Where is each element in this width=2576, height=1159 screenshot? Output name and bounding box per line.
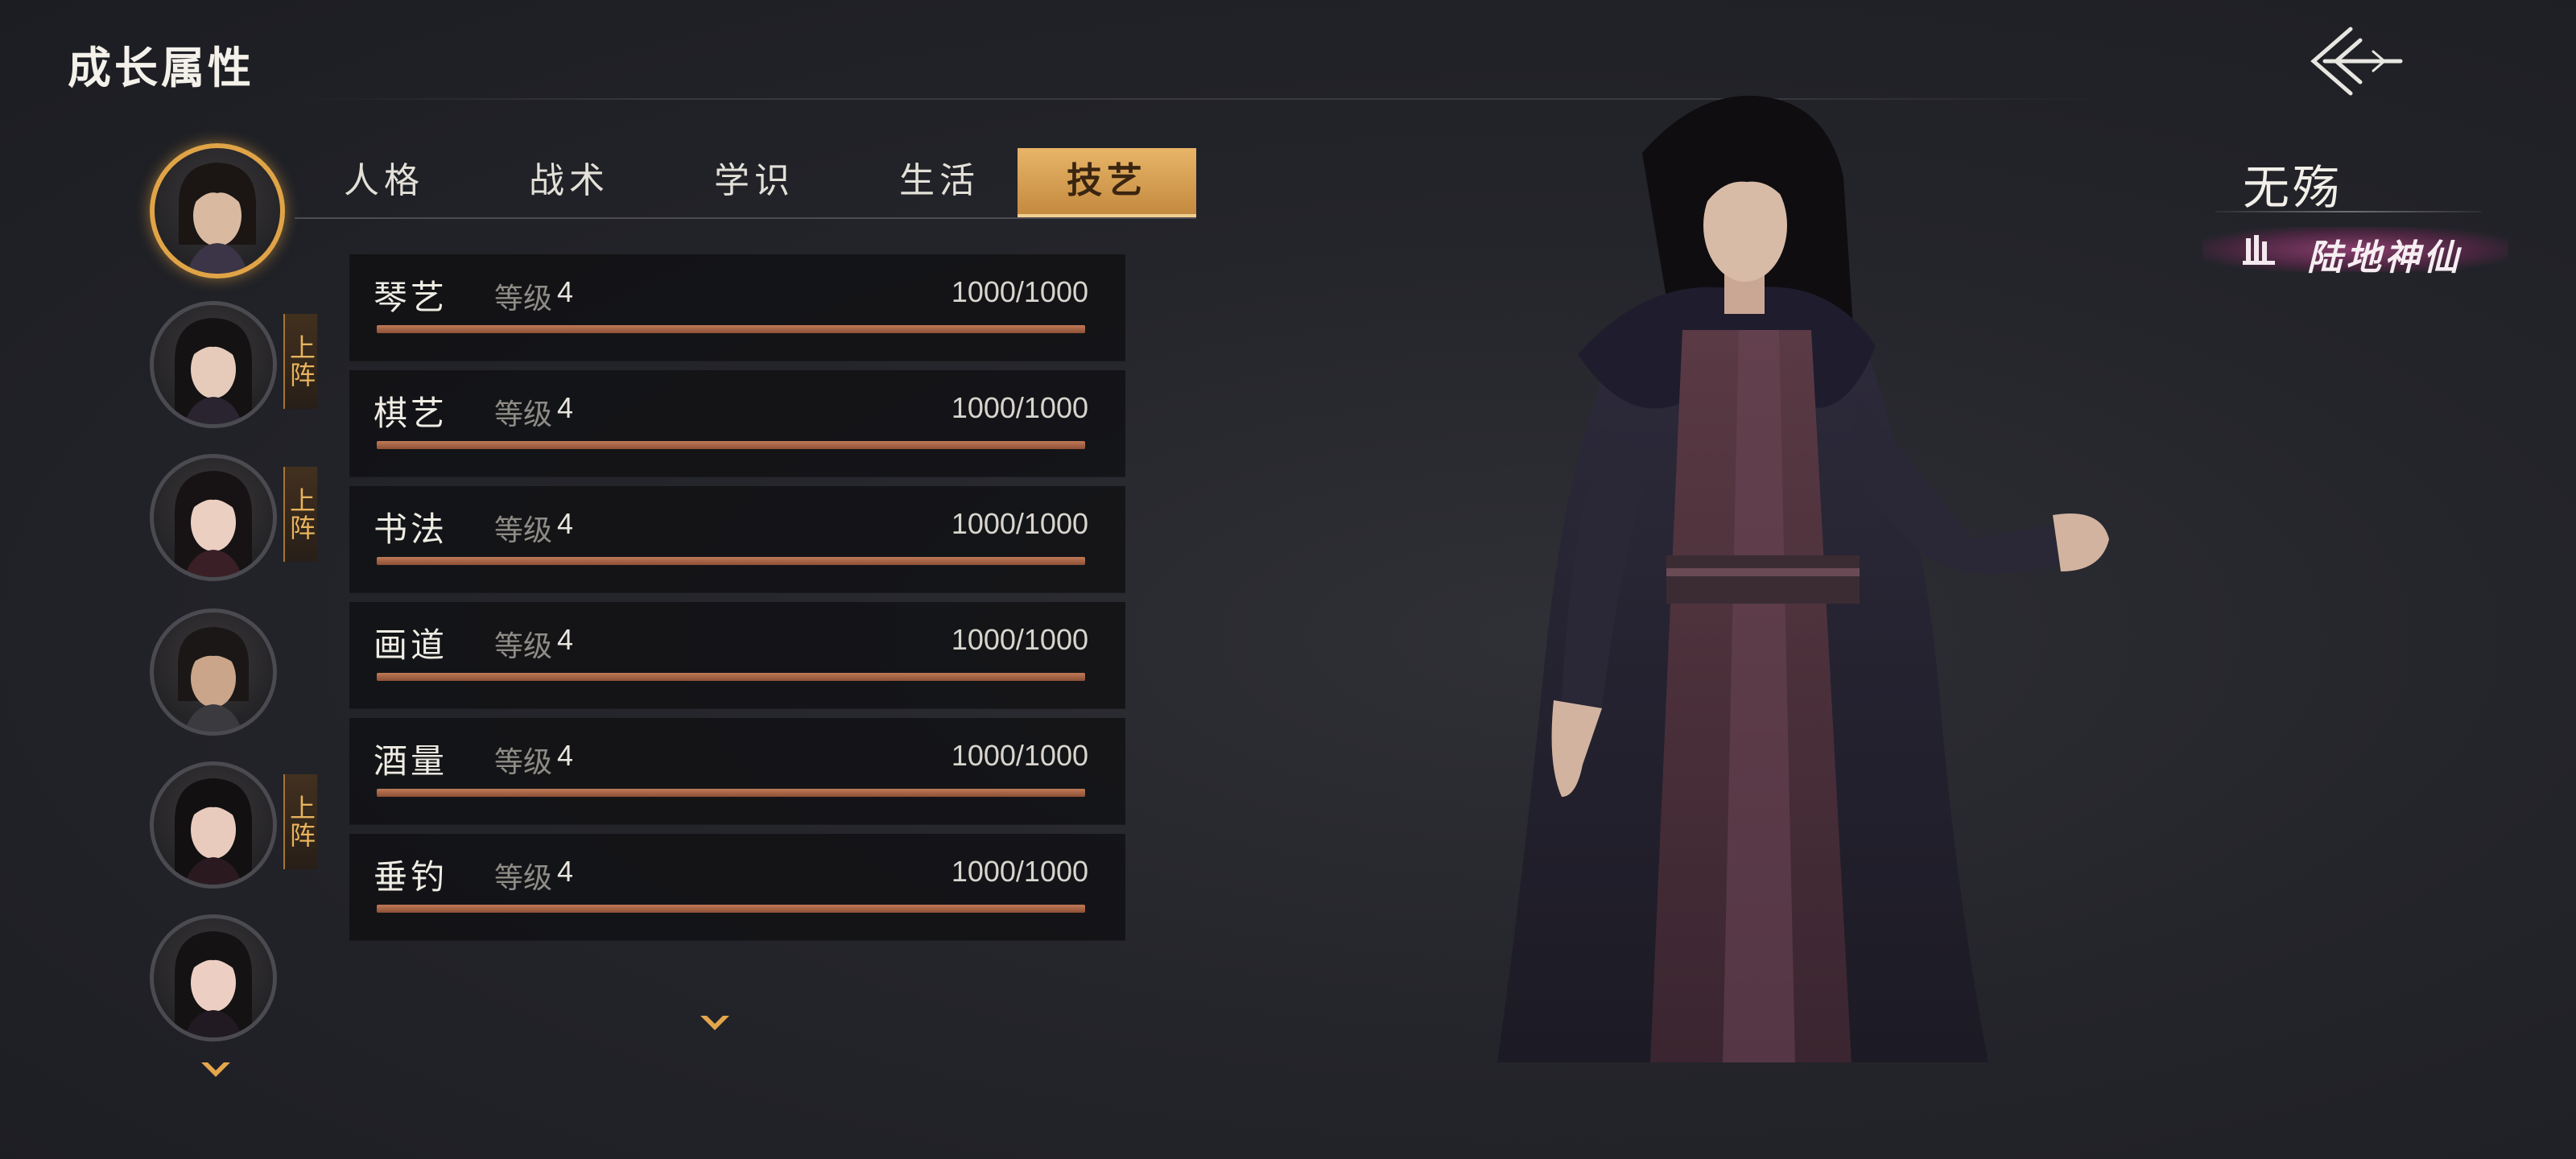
- realm-icon: [2243, 235, 2275, 265]
- skill-progress-fill: [377, 789, 1085, 797]
- tab-tactics[interactable]: 战术: [480, 148, 658, 214]
- roster-item-4[interactable]: [150, 608, 311, 737]
- skill-progress-fill: [377, 557, 1085, 565]
- tab-underline: [295, 217, 1196, 219]
- skill-row: 画道 等级 4 1000/1000: [349, 602, 1125, 709]
- roster-item-3[interactable]: 上阵: [150, 454, 317, 583]
- skill-level-value: 4: [557, 507, 574, 540]
- skill-level-label: 等级: [494, 746, 553, 779]
- tab-arts[interactable]: 技艺: [1018, 148, 1196, 217]
- character-name: 无殇: [2243, 160, 2343, 215]
- skill-progress-fill: [377, 325, 1085, 333]
- skill-progress-text: 1000/1000: [951, 739, 1088, 772]
- avatar: [150, 914, 277, 1041]
- skill-progress-fill: [377, 441, 1085, 449]
- character-name-divider: [2215, 211, 2481, 212]
- character-portrait: [1497, 95, 2109, 1062]
- skill-progress-bar: [377, 905, 1085, 913]
- skill-level-label: 等级: [494, 398, 553, 431]
- category-tabs: 人格 战术 学识 生活 技艺: [295, 145, 1196, 219]
- realm-text: 陆地神仙: [2307, 237, 2462, 278]
- skill-name: 画道: [374, 625, 448, 665]
- skill-level-value: 4: [557, 855, 574, 888]
- roster-item-1[interactable]: [150, 143, 311, 278]
- skill-row: 棋艺 等级 4 1000/1000: [349, 370, 1125, 477]
- skill-level-value: 4: [557, 391, 574, 424]
- skill-progress-bar: [377, 789, 1085, 797]
- deploy-badge: 上阵: [283, 774, 317, 869]
- skill-level-value: 4: [557, 623, 574, 656]
- skill-name: 棋艺: [374, 394, 448, 433]
- deploy-badge: 上阵: [283, 314, 317, 409]
- skill-level-label: 等级: [494, 862, 553, 895]
- skill-progress-bar: [377, 325, 1085, 333]
- back-button[interactable]: [2301, 21, 2405, 101]
- skill-name: 垂钓: [374, 857, 448, 897]
- skill-row: 垂钓 等级 4 1000/1000: [349, 834, 1125, 941]
- roster-item-6[interactable]: [150, 914, 311, 1043]
- skill-row: 琴艺 等级 4 1000/1000: [349, 254, 1125, 361]
- tab-personality[interactable]: 人格: [295, 148, 473, 214]
- skill-row: 书法 等级 4 1000/1000: [349, 486, 1125, 593]
- skill-level-label: 等级: [494, 630, 553, 663]
- deploy-badge: 上阵: [283, 467, 317, 562]
- skill-progress-bar: [377, 441, 1085, 449]
- avatar: [150, 608, 277, 736]
- avatar: [150, 761, 277, 889]
- skill-progress-fill: [377, 673, 1085, 681]
- skill-name: 酒量: [374, 741, 448, 781]
- roster-scroll-down-icon[interactable]: [200, 1059, 232, 1080]
- skill-level-label: 等级: [494, 514, 553, 547]
- skill-level-label: 等级: [494, 283, 553, 316]
- roster-item-2[interactable]: 上阵: [150, 301, 317, 430]
- skill-progress-bar: [377, 557, 1085, 565]
- avatar: [150, 301, 277, 428]
- back-arrow-icon: [2310, 27, 2403, 96]
- roster-item-5[interactable]: 上阵: [150, 761, 317, 890]
- skill-progress-text: 1000/1000: [951, 623, 1088, 656]
- avatar: [150, 143, 285, 278]
- skill-progress-fill: [377, 905, 1085, 913]
- list-scroll-down-icon[interactable]: [699, 1013, 731, 1033]
- skill-progress-text: 1000/1000: [951, 391, 1088, 424]
- tab-knowledge[interactable]: 学识: [665, 148, 844, 214]
- skill-progress-text: 1000/1000: [951, 275, 1088, 308]
- skill-name: 书法: [374, 509, 448, 549]
- page-title: 成长属性: [68, 42, 254, 93]
- skill-row: 酒量 等级 4 1000/1000: [349, 718, 1125, 825]
- skill-name: 琴艺: [374, 278, 448, 317]
- skill-level-value: 4: [557, 739, 574, 772]
- skill-level-value: 4: [557, 275, 574, 308]
- skill-progress-text: 1000/1000: [951, 855, 1088, 888]
- skill-progress-text: 1000/1000: [951, 507, 1088, 540]
- skill-progress-bar: [377, 673, 1085, 681]
- realm-badge: 陆地神仙: [2202, 227, 2508, 278]
- avatar: [150, 454, 277, 581]
- tab-life[interactable]: 生活: [850, 148, 1029, 214]
